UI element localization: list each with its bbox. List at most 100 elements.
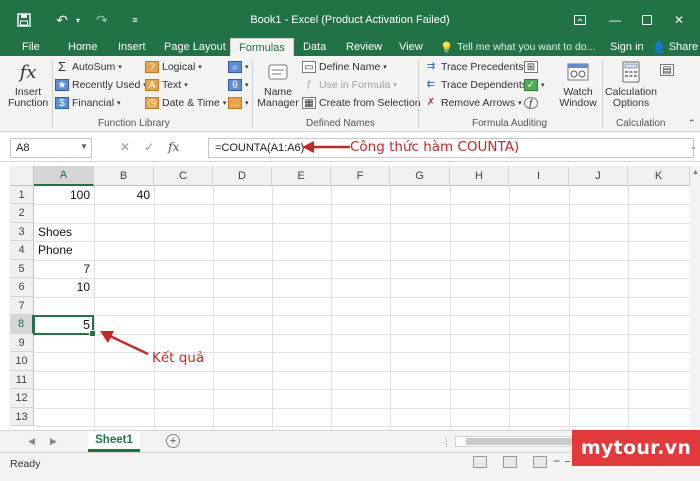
column-header[interactable]: B	[94, 166, 154, 186]
cell-b1[interactable]: 40	[94, 186, 154, 204]
prev-sheet-icon[interactable]: ◀	[28, 436, 35, 447]
zoom-out-icon[interactable]: −	[553, 454, 560, 468]
page-layout-view-icon[interactable]	[503, 456, 517, 468]
row-header[interactable]: 2	[10, 204, 34, 223]
autosum-button[interactable]: Σ AutoSum ▾	[55, 59, 122, 74]
column-header[interactable]: H	[450, 166, 509, 186]
date-time-button[interactable]: ◷ Date & Time ▾	[145, 97, 226, 109]
tab-review[interactable]: Review	[346, 38, 382, 56]
recently-used-button[interactable]: ★ Recently Used ▾	[55, 79, 147, 91]
chevron-down-icon: ▾	[184, 82, 188, 89]
error-checking-button[interactable]: ✓ ▾	[524, 79, 545, 91]
cell-a3[interactable]: Shoes	[34, 223, 94, 241]
row-header[interactable]: 13	[10, 408, 34, 426]
row-header[interactable]: 4	[10, 241, 34, 260]
remove-arrows-button[interactable]: ✗ Remove Arrows ▾	[424, 97, 522, 109]
share-button[interactable]: 👤 Share	[652, 38, 698, 56]
use-in-formula-button[interactable]: ƒ Use in Formula ▾	[302, 79, 397, 91]
enter-icon[interactable]: ✓	[144, 140, 154, 154]
tell-me-box[interactable]: 💡 Tell me what you want to do...	[440, 38, 595, 56]
row-header[interactable]: 5	[10, 260, 34, 278]
watch-window-icon	[565, 60, 591, 84]
use-in-formula-icon: ƒ	[306, 79, 312, 90]
trace-dependents-label: Trace Dependents	[441, 79, 527, 91]
cancel-icon[interactable]: ✕	[120, 140, 130, 154]
row-header[interactable]: 10	[10, 352, 34, 371]
minimize-icon[interactable]: —	[600, 10, 630, 30]
trace-dependents-button[interactable]: ⇇ Trace Dependents	[424, 79, 527, 91]
column-header[interactable]: G	[390, 166, 450, 186]
tab-home[interactable]: Home	[68, 38, 97, 56]
financial-button[interactable]: $ Financial ▾	[55, 97, 121, 109]
column-header[interactable]: D	[213, 166, 272, 186]
vertical-scrollbar[interactable]: ▲	[690, 166, 700, 430]
sign-in-link[interactable]: Sign in	[610, 38, 644, 56]
spreadsheet-grid[interactable]: A B C D E F G H I J K 1 2 3 4 5 6 7 8 9 …	[0, 162, 700, 430]
remove-arrows-icon: ✗	[426, 97, 436, 108]
tab-formulas[interactable]: Formulas	[230, 38, 294, 56]
watch-window-button[interactable]: Watch Window	[556, 60, 600, 109]
create-from-selection-button[interactable]: ▦ Create from Selection	[302, 97, 421, 109]
formula-auditing-label: Formula Auditing	[472, 118, 548, 129]
close-icon[interactable]: ✕	[664, 10, 694, 30]
lookup-reference-button[interactable]: ⌕ ▾	[228, 61, 249, 73]
cell-a1[interactable]: 100	[34, 186, 94, 204]
column-header[interactable]: E	[272, 166, 331, 186]
text-button[interactable]: A Text ▾	[145, 79, 188, 91]
maximize-icon[interactable]	[632, 10, 662, 30]
next-sheet-icon[interactable]: ▶	[50, 436, 57, 447]
cell-a8[interactable]: 5	[34, 315, 94, 334]
row-header[interactable]: 9	[10, 334, 34, 352]
select-all-corner[interactable]	[10, 166, 34, 186]
row-header[interactable]: 6	[10, 278, 34, 297]
math-trig-button[interactable]: θ ▾	[228, 79, 249, 91]
cell-a4[interactable]: Phone	[34, 241, 94, 259]
zoom-slider[interactable]	[565, 461, 570, 462]
financial-icon: $	[55, 97, 69, 109]
trace-precedents-button[interactable]: ⇉ Trace Precedents	[424, 61, 524, 73]
normal-view-icon[interactable]	[473, 456, 487, 468]
column-header[interactable]: J	[569, 166, 628, 186]
ribbon-display-icon[interactable]	[565, 10, 595, 30]
column-header[interactable]: A	[34, 166, 94, 186]
row-header[interactable]: 1	[10, 186, 34, 204]
cell-a6[interactable]: 10	[34, 278, 94, 296]
name-box-dropdown-icon[interactable]: ▼	[80, 142, 88, 151]
define-name-button[interactable]: ▭ Define Name ▾	[302, 61, 387, 73]
tab-page-layout[interactable]: Page Layout	[164, 38, 226, 56]
row-header[interactable]: 12	[10, 389, 34, 408]
sheet-tab[interactable]: Sheet1	[88, 431, 140, 452]
collapse-ribbon-icon[interactable]: ⌃	[688, 118, 696, 129]
row-header[interactable]: 3	[10, 223, 34, 241]
column-header[interactable]: I	[509, 166, 569, 186]
add-sheet-icon[interactable]: +	[166, 434, 180, 448]
expand-formula-bar-icon[interactable]: ⌄	[690, 142, 697, 151]
column-header[interactable]: F	[331, 166, 390, 186]
row-header[interactable]: 11	[10, 371, 34, 389]
tab-insert[interactable]: Insert	[118, 38, 146, 56]
scroll-up-icon[interactable]: ▲	[692, 169, 699, 176]
logical-button[interactable]: ? Logical ▾	[145, 61, 202, 73]
tab-split-icon[interactable]: ⋮	[442, 436, 451, 447]
window-title: Book1 - Excel (Product Activation Failed…	[250, 14, 450, 26]
insert-function-icon[interactable]: fx	[168, 140, 179, 154]
cell-a5[interactable]: 7	[34, 260, 94, 278]
calculate-now-button[interactable]: ▤	[660, 64, 674, 76]
evaluate-formula-button[interactable]: ƒ	[524, 97, 538, 109]
fx-icon: fx	[19, 61, 37, 83]
row-header[interactable]: 7	[10, 297, 34, 315]
show-formulas-button[interactable]: ⊞	[524, 61, 538, 73]
more-functions-button[interactable]: … ▾	[228, 97, 249, 109]
gridline	[34, 278, 700, 279]
sigma-icon: Σ	[57, 59, 67, 74]
row-header[interactable]: 8	[10, 315, 34, 334]
tab-view[interactable]: View	[399, 38, 423, 56]
tab-data[interactable]: Data	[303, 38, 326, 56]
insert-function-button[interactable]: fx Insert Function	[8, 60, 48, 109]
column-header[interactable]: C	[154, 166, 213, 186]
calculation-options-button[interactable]: Calculation Options	[604, 60, 658, 109]
tab-file[interactable]: File	[22, 38, 40, 56]
page-break-view-icon[interactable]	[533, 456, 547, 468]
column-header[interactable]: K	[628, 166, 690, 186]
name-manager-button[interactable]: Name Manager	[256, 60, 300, 109]
